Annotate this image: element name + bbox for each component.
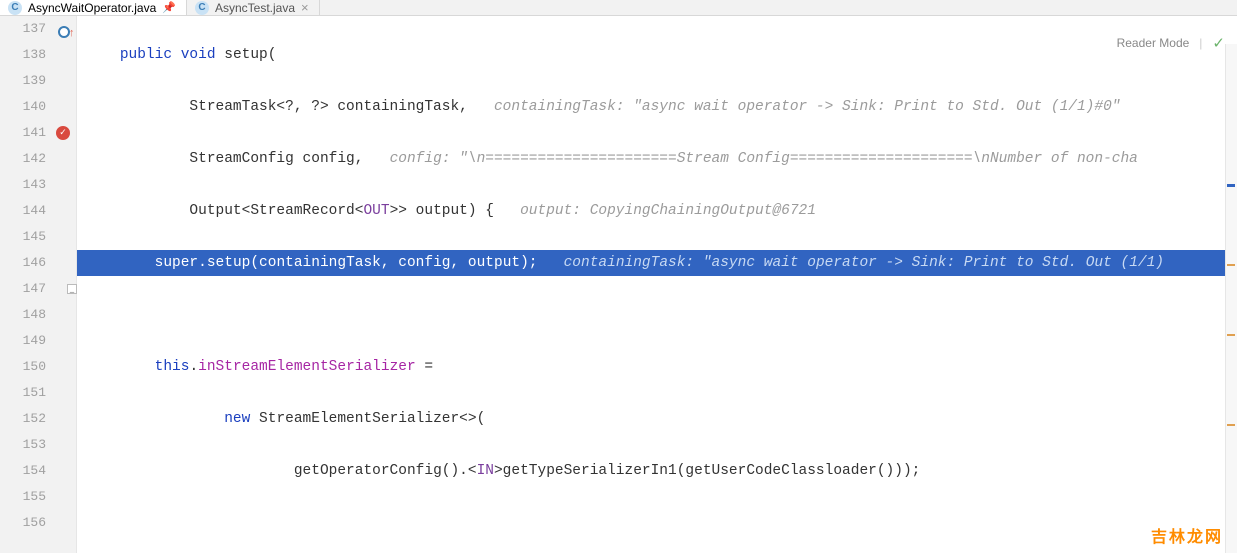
warning-marker[interactable] (1227, 424, 1235, 426)
line-number[interactable]: 138 (0, 42, 76, 68)
line-number[interactable]: 149 (0, 328, 76, 354)
tab-async-test[interactable]: C AsyncTest.java × (187, 0, 320, 15)
editor-area: 137 ↑ 138 139 140 141 ✓ 142 143 144 145 … (0, 16, 1237, 553)
line-number[interactable]: 142 (0, 146, 76, 172)
line-number[interactable]: 144 (0, 198, 76, 224)
error-stripe[interactable] (1225, 44, 1237, 553)
inline-hint: config: "\n======================Stream … (390, 151, 1138, 167)
line-number[interactable]: 146 (0, 250, 76, 276)
java-class-icon: C (195, 1, 209, 15)
pin-icon[interactable]: 📌 (162, 1, 176, 14)
editor-root: C AsyncWaitOperator.java 📌 C AsyncTest.j… (0, 0, 1237, 553)
code-line[interactable]: public void setup( (77, 42, 1237, 68)
code-line[interactable]: new StreamElementSerializer<>( (77, 406, 1237, 432)
line-number[interactable]: 139 (0, 68, 76, 94)
line-number[interactable]: 145 (0, 224, 76, 250)
inline-hint: containingTask: "async wait operator -> … (494, 99, 1121, 115)
code-line[interactable] (77, 510, 1237, 536)
inline-hint: containingTask: "async wait operator -> … (564, 255, 1164, 271)
tab-label: AsyncTest.java (215, 1, 295, 15)
line-number[interactable]: 150 (0, 354, 76, 380)
line-number[interactable]: 156 (0, 510, 76, 536)
warning-marker[interactable] (1227, 334, 1235, 336)
caret-marker[interactable] (1227, 184, 1235, 187)
inline-hint: output: CopyingChainingOutput@6721 (520, 203, 816, 219)
line-number[interactable]: 143 (0, 172, 76, 198)
line-number[interactable]: 141 ✓ (0, 120, 76, 146)
tab-async-wait-operator[interactable]: C AsyncWaitOperator.java 📌 (0, 0, 187, 15)
close-icon[interactable]: × (301, 0, 309, 15)
watermark: 吉林龙网 (1151, 523, 1223, 547)
code-line[interactable]: StreamConfig config, config: "\n========… (77, 146, 1237, 172)
line-number[interactable]: 153 (0, 432, 76, 458)
line-number[interactable]: 155 (0, 484, 76, 510)
fold-icon[interactable] (67, 284, 77, 294)
line-number[interactable]: 151 (0, 380, 76, 406)
tab-label: AsyncWaitOperator.java (28, 1, 156, 15)
tab-bar: C AsyncWaitOperator.java 📌 C AsyncTest.j… (0, 0, 1237, 16)
line-number[interactable]: 154 (0, 458, 76, 484)
line-number[interactable]: 152 (0, 406, 76, 432)
code-line[interactable]: StreamTask<?, ?> containingTask, contain… (77, 94, 1237, 120)
code-line-highlighted[interactable]: super.setup(containingTask, config, outp… (77, 250, 1237, 276)
code-line[interactable]: this.inStreamElementSerializer = (77, 354, 1237, 380)
warning-marker[interactable] (1227, 264, 1235, 266)
line-number[interactable]: 140 (0, 94, 76, 120)
code-line[interactable]: Output<StreamRecord<OUT>> output) { outp… (77, 198, 1237, 224)
breakpoint-hit-icon[interactable]: ✓ (56, 126, 70, 140)
code-line[interactable]: getOperatorConfig().<IN>getTypeSerialize… (77, 458, 1237, 484)
code-line[interactable] (77, 302, 1237, 328)
gutter[interactable]: 137 ↑ 138 139 140 141 ✓ 142 143 144 145 … (0, 16, 77, 553)
line-number[interactable]: 148 (0, 302, 76, 328)
line-number[interactable]: 137 ↑ (0, 16, 76, 42)
java-class-icon: C (8, 1, 22, 15)
code-area[interactable]: public void setup( StreamTask<?, ?> cont… (77, 16, 1237, 553)
line-number[interactable]: 147 (0, 276, 76, 302)
